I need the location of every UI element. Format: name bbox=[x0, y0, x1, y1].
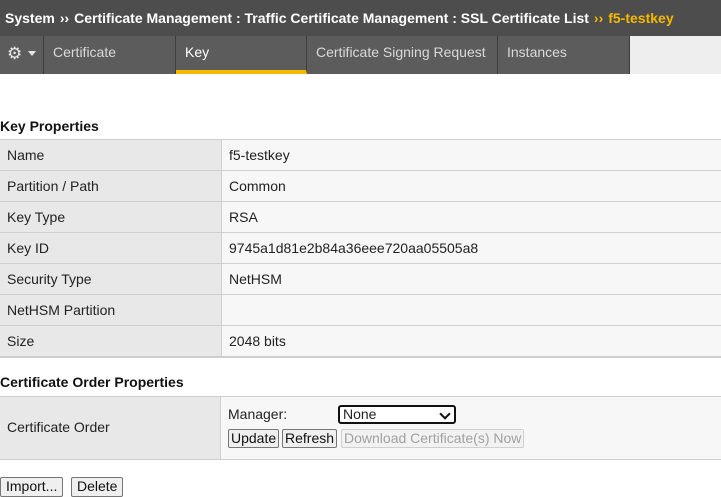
certificate-order-label: Certificate Order bbox=[0, 397, 221, 459]
property-label: Key Type bbox=[0, 202, 222, 233]
property-label: Name bbox=[0, 140, 222, 171]
table-row: Size 2048 bits bbox=[0, 326, 721, 358]
property-value: RSA bbox=[222, 202, 721, 233]
manager-select[interactable]: None bbox=[338, 405, 456, 424]
download-certificates-button[interactable]: Download Certificate(s) Now bbox=[341, 429, 524, 448]
property-label: Security Type bbox=[0, 264, 222, 295]
tab-instances[interactable]: Instances bbox=[498, 36, 630, 74]
chevron-down-icon bbox=[439, 408, 450, 419]
table-row: Key Type RSA bbox=[0, 202, 721, 233]
table-row: NetHSM Partition bbox=[0, 295, 721, 326]
property-value bbox=[222, 295, 721, 326]
property-label: NetHSM Partition bbox=[0, 295, 222, 326]
property-label: Partition / Path bbox=[0, 171, 222, 202]
certificate-order-table: Certificate Order Manager: None Update R… bbox=[0, 396, 721, 460]
chevron-down-icon bbox=[28, 51, 36, 56]
settings-menu-button[interactable]: ⚙ bbox=[0, 36, 44, 74]
property-value: NetHSM bbox=[222, 264, 721, 295]
property-label: Key ID bbox=[0, 233, 222, 264]
manager-label: Manager: bbox=[228, 406, 287, 422]
update-button[interactable]: Update bbox=[228, 429, 279, 448]
property-value: f5-testkey bbox=[222, 140, 721, 171]
table-row: Key ID 9745a1d81e2b84a36eee720aa05505a8 bbox=[0, 233, 721, 264]
certificate-order-properties-title: Certificate Order Properties bbox=[0, 374, 184, 390]
manager-select-value: None bbox=[343, 406, 376, 422]
table-row: Name f5-testkey bbox=[0, 140, 721, 171]
breadcrumb-current: f5-testkey bbox=[608, 0, 673, 36]
key-properties-title: Key Properties bbox=[0, 118, 99, 134]
delete-button[interactable]: Delete bbox=[71, 477, 123, 497]
breadcrumb-item-system[interactable]: System bbox=[5, 0, 55, 36]
property-value: Common bbox=[222, 171, 721, 202]
breadcrumb-separator: ›› bbox=[594, 0, 603, 36]
breadcrumb-separator: ›› bbox=[60, 0, 69, 36]
key-properties-table: Name f5-testkey Partition / Path Common … bbox=[0, 139, 721, 358]
property-value: 9745a1d81e2b84a36eee720aa05505a8 bbox=[222, 233, 721, 264]
certificate-order-value: Manager: None Update Refresh Download Ce… bbox=[221, 397, 721, 459]
breadcrumb: System››Certificate Management : Traffic… bbox=[0, 0, 721, 36]
gear-icon: ⚙ bbox=[7, 43, 22, 65]
property-value: 2048 bits bbox=[222, 326, 721, 358]
tab-certificate-signing-request[interactable]: Certificate Signing Request bbox=[307, 36, 498, 74]
tab-key[interactable]: Key bbox=[176, 36, 307, 74]
table-row: Security Type NetHSM bbox=[0, 264, 721, 295]
tab-bar: ⚙ Certificate Key Certificate Signing Re… bbox=[0, 36, 721, 74]
import-button[interactable]: Import... bbox=[0, 477, 63, 497]
breadcrumb-item-cert-list[interactable]: Certificate Management : Traffic Certifi… bbox=[74, 0, 589, 36]
refresh-button[interactable]: Refresh bbox=[282, 429, 337, 448]
table-row: Partition / Path Common bbox=[0, 171, 721, 202]
property-label: Size bbox=[0, 326, 222, 358]
tab-certificate[interactable]: Certificate bbox=[44, 36, 176, 74]
